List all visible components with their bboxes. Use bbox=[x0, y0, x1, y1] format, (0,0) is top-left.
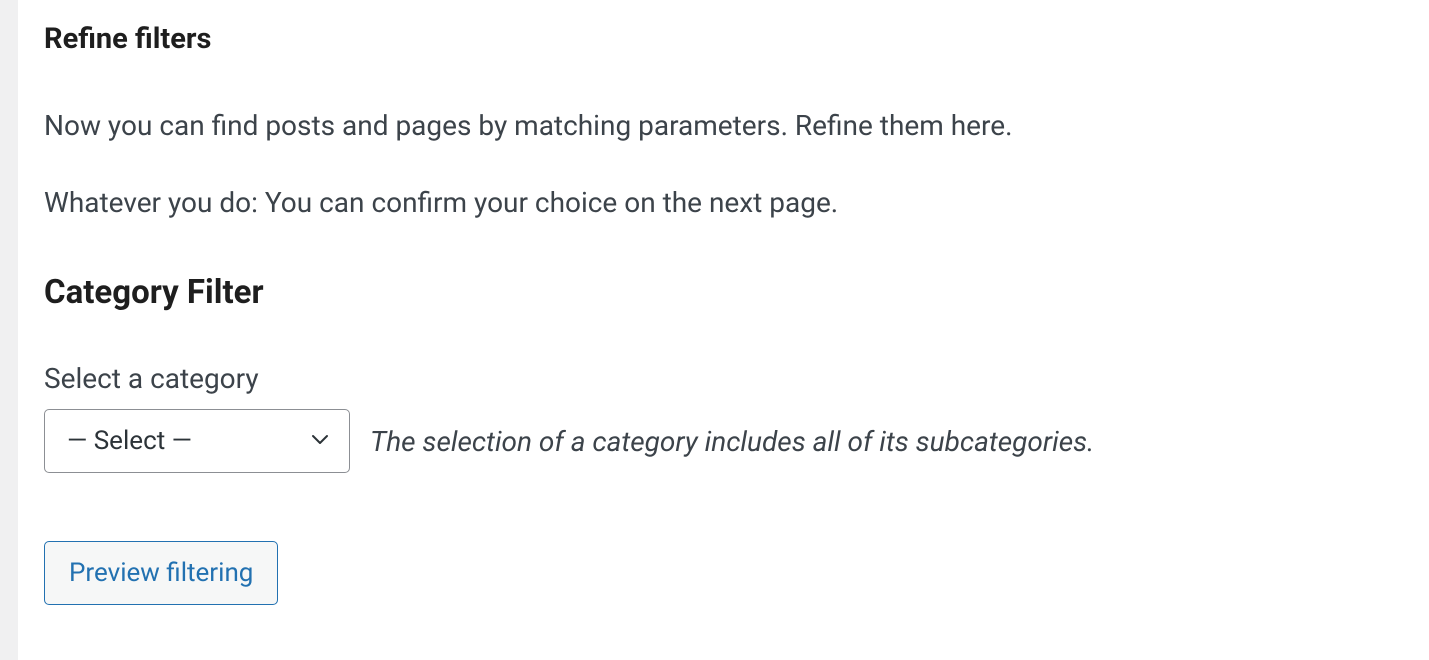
category-select[interactable]: — Select — bbox=[44, 409, 350, 473]
refine-filters-panel: Refine filters Now you can find posts an… bbox=[0, 0, 1429, 605]
refine-description-2: Whatever you do: You can confirm your ch… bbox=[44, 183, 1429, 224]
left-border-strip bbox=[0, 0, 18, 660]
category-select-label: Select a category bbox=[44, 362, 1429, 395]
category-select-wrapper: — Select — bbox=[44, 409, 350, 473]
refine-description-1: Now you can find posts and pages by matc… bbox=[44, 106, 1429, 147]
category-filter-title: Category Filter bbox=[44, 273, 1429, 312]
category-select-row: — Select — The selection of a category i… bbox=[44, 409, 1429, 473]
refine-filters-title: Refine filters bbox=[44, 22, 1429, 56]
category-select-hint: The selection of a category includes all… bbox=[370, 425, 1094, 458]
preview-filtering-button[interactable]: Preview filtering bbox=[44, 541, 278, 605]
